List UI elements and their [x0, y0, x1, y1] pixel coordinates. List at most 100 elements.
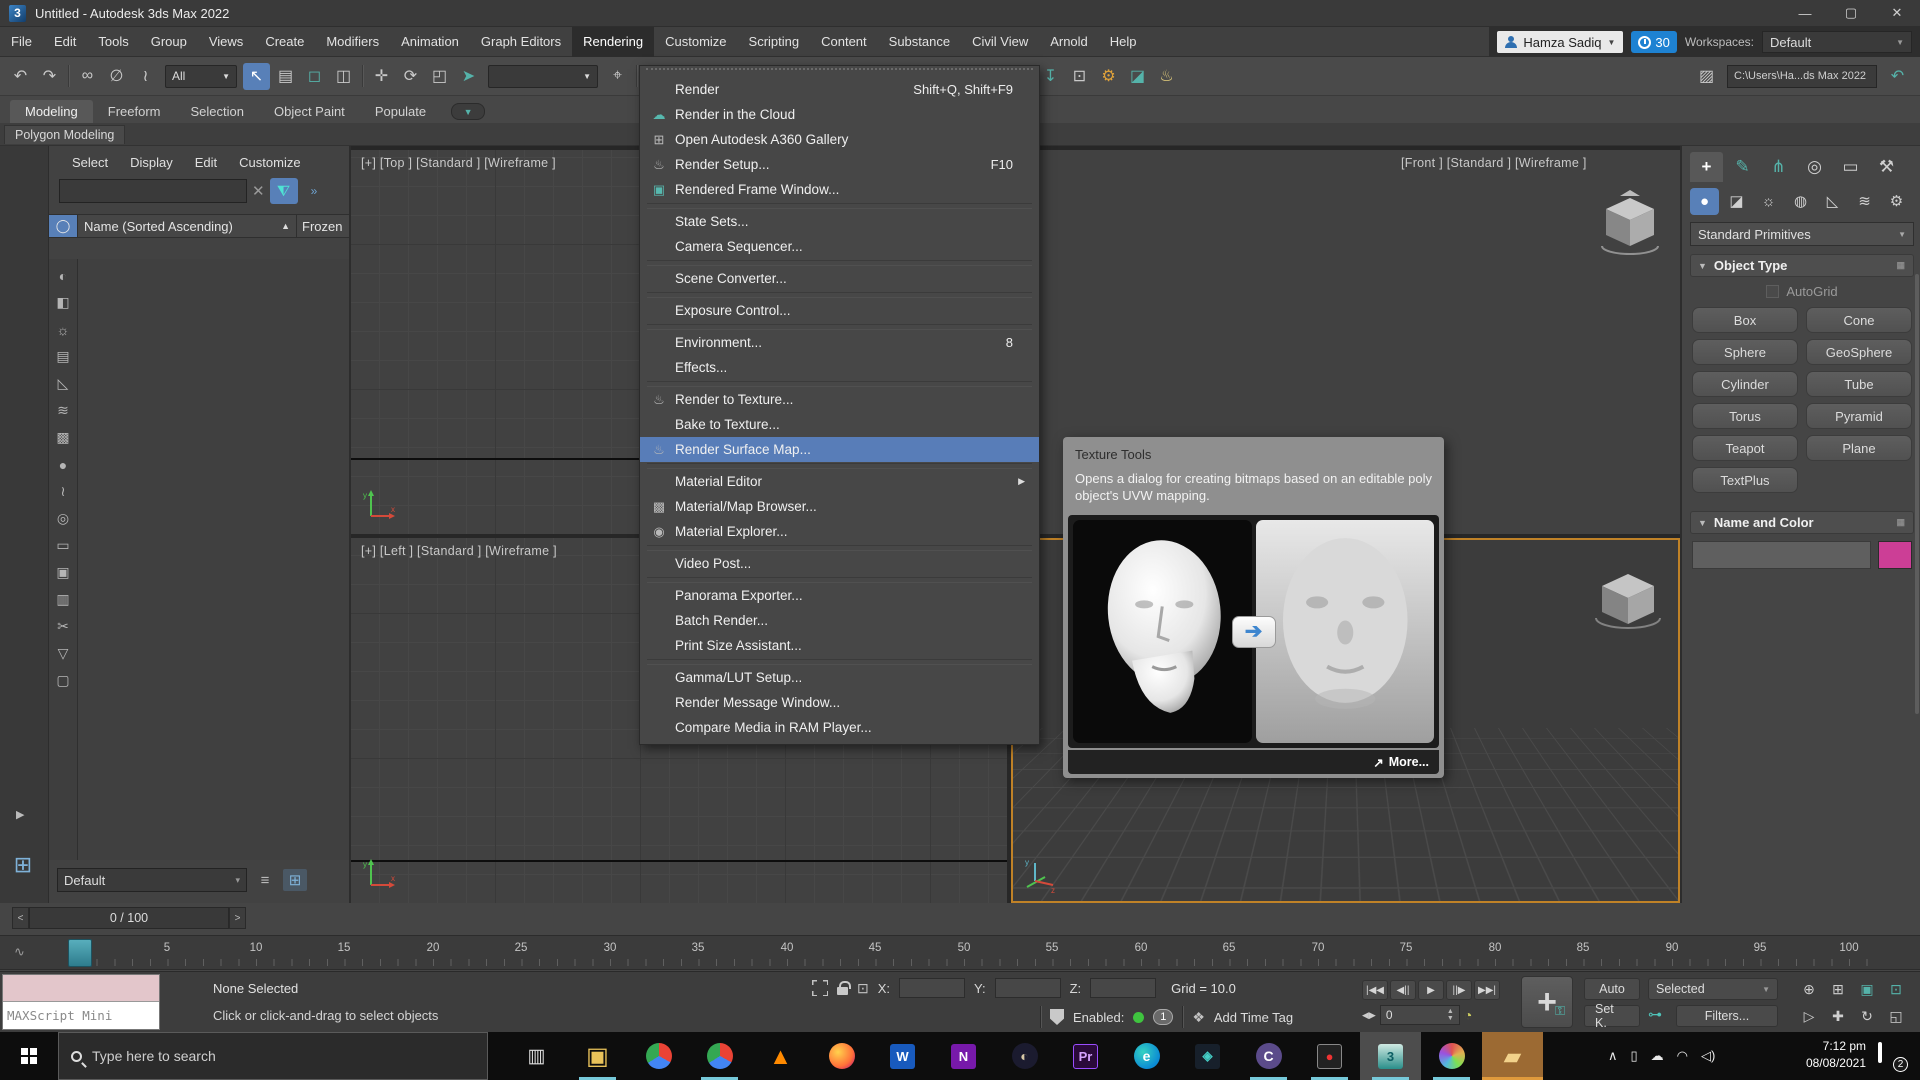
taskbar-app[interactable]: ◈: [1177, 1032, 1238, 1080]
menu-item[interactable]: Exposure Control...: [640, 298, 1039, 323]
taskbar-app[interactable]: ▣: [567, 1032, 628, 1080]
toolbar-icon[interactable]: ◪: [1124, 63, 1151, 90]
display-filter-icon[interactable]: ≀: [51, 478, 75, 505]
display-filter-icon[interactable]: ◎: [51, 505, 75, 532]
enabled-indicator[interactable]: [1133, 1012, 1144, 1023]
display-filter-icon[interactable]: ▤: [51, 343, 75, 370]
maximize-button[interactable]: ▢: [1828, 0, 1874, 26]
menu-item[interactable]: ♨ Render Surface Map...: [640, 437, 1039, 462]
object-name-input[interactable]: [1692, 541, 1871, 569]
toolbar-icon[interactable]: [65, 63, 72, 90]
taskbar-app[interactable]: [1421, 1032, 1482, 1080]
maxscript-mini-listener[interactable]: MAXScript Mini: [2, 974, 160, 1030]
key-selection-dropdown[interactable]: Selected ▼: [1648, 978, 1778, 1000]
menu-item[interactable]: [647, 260, 1032, 265]
time-slider-handle[interactable]: [68, 939, 92, 967]
primitive-button[interactable]: Plane: [1806, 435, 1912, 461]
create-category-icon[interactable]: ◍: [1786, 188, 1815, 215]
display-filter-icon[interactable]: ◐: [51, 262, 75, 289]
taskbar-app[interactable]: W: [872, 1032, 933, 1080]
viewport-nav-icon[interactable]: ⊡: [1882, 976, 1910, 1002]
notification-count-badge[interactable]: 1: [1153, 1009, 1173, 1025]
create-category-icon[interactable]: ☼: [1754, 188, 1783, 215]
project-folder-icon[interactable]: ▨: [1693, 63, 1720, 90]
toolbar-icon[interactable]: ⊡: [1066, 63, 1093, 90]
taskbar-app[interactable]: ▰: [1482, 1032, 1543, 1080]
minimize-button[interactable]: —: [1782, 0, 1828, 26]
tray-icon[interactable]: ◁): [1701, 1048, 1715, 1064]
spinner-up-icon[interactable]: ▲: [1447, 1008, 1454, 1015]
menu-item[interactable]: Render Message Window...: [640, 690, 1039, 715]
layers-icon[interactable]: ≡: [253, 869, 277, 891]
close-button[interactable]: ✕: [1874, 0, 1920, 26]
viewport-nav-icon[interactable]: ▷: [1795, 1003, 1823, 1029]
taskbar-clock[interactable]: 7:12 pm 08/08/2021: [1790, 1038, 1866, 1072]
toolbar-icon[interactable]: ⟳: [397, 63, 424, 90]
trial-days-badge[interactable]: 30: [1631, 31, 1676, 53]
menu-item[interactable]: Gamma/LUT Setup...: [640, 665, 1039, 690]
current-frame-spinner[interactable]: 0 ▲ ▼: [1380, 1005, 1460, 1025]
viewport-nav-icon[interactable]: ⊕: [1795, 976, 1823, 1002]
toolbar-icon[interactable]: ◫: [330, 63, 357, 90]
ribbon-tab[interactable]: Freeform: [93, 100, 176, 123]
menu-bar-item[interactable]: File: [0, 27, 43, 57]
playback-button[interactable]: |◀◀: [1362, 980, 1388, 1000]
taskbar-app[interactable]: ●: [1299, 1032, 1360, 1080]
toolbar-icon[interactable]: ↧: [1037, 63, 1064, 90]
column-header-icon[interactable]: ◯: [49, 215, 78, 237]
command-panel-tab-icon[interactable]: ▭: [1834, 152, 1867, 182]
display-filter-icon[interactable]: ▭: [51, 532, 75, 559]
menu-bar-item[interactable]: Civil View: [961, 27, 1039, 57]
frame-step-icons[interactable]: ◀▶: [1362, 1010, 1376, 1021]
display-filter-icon[interactable]: ✂: [51, 613, 75, 640]
menu-bar-item[interactable]: Customize: [654, 27, 737, 57]
viewport-label[interactable]: [Front ] [Standard ] [Wireframe ]: [1401, 156, 1587, 170]
menu-item[interactable]: Camera Sequencer...: [640, 234, 1039, 259]
maxscript-mini-row[interactable]: MAXScript Mini: [3, 1002, 159, 1029]
autogrid-checkbox[interactable]: [1766, 285, 1779, 298]
search-filter-button[interactable]: ⧨: [270, 178, 298, 204]
toolbar-icon[interactable]: ⚙: [1095, 63, 1122, 90]
menu-bar-item[interactable]: Scripting: [738, 27, 811, 57]
menu-bar-item[interactable]: Tools: [87, 27, 139, 57]
menu-bar-item[interactable]: Content: [810, 27, 878, 57]
taskbar-app[interactable]: ▲: [750, 1032, 811, 1080]
menu-item[interactable]: ☁ Render in the Cloud: [640, 102, 1039, 127]
menu-bar-item[interactable]: Help: [1099, 27, 1148, 57]
menu-item[interactable]: Render Shift+Q, Shift+F9: [640, 77, 1039, 102]
tray-icon[interactable]: ☁: [1651, 1048, 1664, 1064]
menu-bar-item[interactable]: Views: [198, 27, 254, 57]
taskbar-app[interactable]: 3: [1360, 1032, 1421, 1080]
display-filter-icon[interactable]: ▽: [51, 640, 75, 667]
track-bar[interactable]: ∿ 05101520253035404550556065707580859095…: [0, 935, 1920, 970]
command-panel-tab-icon[interactable]: ⚒: [1870, 152, 1903, 182]
toolbar-icon[interactable]: ⌖: [604, 63, 631, 90]
toolbar-icon[interactable]: ✛: [368, 63, 395, 90]
menu-bar-item[interactable]: Rendering: [572, 27, 654, 57]
display-filter-icon[interactable]: ▣: [51, 559, 75, 586]
set-keys-button[interactable]: + ⚿: [1521, 976, 1573, 1028]
display-filter-icon[interactable]: ▩: [51, 424, 75, 451]
grid-view-icon[interactable]: ⊞: [283, 869, 307, 891]
viewport-label[interactable]: [+] [Top ] [Standard ] [Wireframe ]: [361, 156, 556, 170]
playback-button[interactable]: ◀||: [1390, 980, 1416, 1000]
taskbar-app[interactable]: [811, 1032, 872, 1080]
menu-item[interactable]: [647, 545, 1032, 550]
viewport-layout-tabs-icon[interactable]: ⊞: [8, 852, 38, 878]
taskbar-app[interactable]: [628, 1032, 689, 1080]
menu-item[interactable]: [647, 463, 1032, 468]
time-configuration-icon[interactable]: ◔: [1464, 1007, 1472, 1023]
viewcube-icon[interactable]: [1594, 188, 1666, 264]
toolbar-icon[interactable]: ♨: [1153, 63, 1180, 90]
tray-icon[interactable]: ∧: [1608, 1048, 1618, 1064]
toolbar-icon[interactable]: ∞: [74, 63, 101, 90]
column-header-name[interactable]: Name (Sorted Ascending) ▲: [78, 215, 297, 237]
toolbar-icon[interactable]: ▤: [272, 63, 299, 90]
toolbar-icon[interactable]: ↖: [243, 63, 270, 90]
ribbon-tab[interactable]: Populate: [360, 100, 441, 123]
primitive-button[interactable]: Torus: [1692, 403, 1798, 429]
menu-item[interactable]: [647, 203, 1032, 208]
spinner-down-icon[interactable]: ▼: [1447, 1015, 1454, 1022]
menu-item[interactable]: ▩ Material/Map Browser...: [640, 494, 1039, 519]
taskbar-app[interactable]: ▥: [506, 1032, 567, 1080]
